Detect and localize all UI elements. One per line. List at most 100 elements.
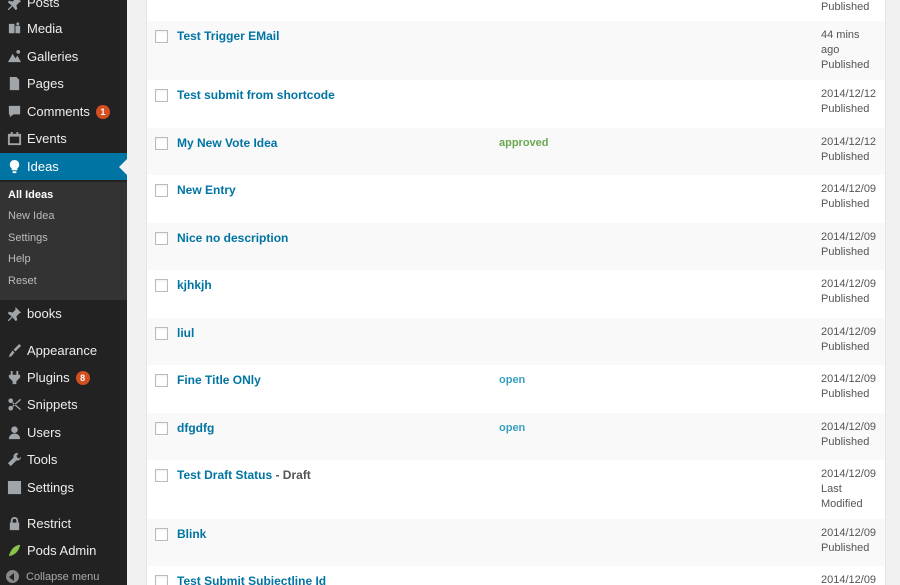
- date-cell: 2014/12/09 Published: [821, 230, 876, 260]
- menu-item-settings[interactable]: Settings: [0, 474, 127, 501]
- idea-title-link[interactable]: New Entry: [177, 183, 236, 197]
- menu-item-label: Galleries: [27, 49, 79, 64]
- date-line: 2014/12/09: [821, 373, 877, 385]
- idea-title-link[interactable]: Test Trigger EMail: [177, 29, 279, 43]
- date-line: 2014/12/09: [821, 421, 877, 433]
- date-line: Last: [821, 483, 842, 495]
- menu-item-label: Posts: [27, 0, 60, 10]
- idea-title-link[interactable]: My New Vote Idea: [177, 136, 277, 150]
- comments-icon: [4, 102, 24, 122]
- menu-item-label: Plugins: [27, 370, 70, 385]
- menu-item-posts[interactable]: Posts: [0, 0, 127, 16]
- date-line: 2014/12/09: [821, 183, 877, 195]
- table-row: liul 2014/12/09 Published: [147, 318, 885, 365]
- pods-icon: [4, 541, 24, 561]
- idea-title-link[interactable]: kjhkjh: [177, 278, 212, 292]
- idea-title-link[interactable]: liul: [177, 326, 194, 340]
- menu-item-appearance[interactable]: Appearance: [0, 337, 127, 364]
- row-checkbox[interactable]: [155, 422, 168, 435]
- pages-icon: [4, 74, 24, 94]
- submenu-item-new-idea[interactable]: New Idea: [8, 210, 54, 222]
- row-checkbox[interactable]: [155, 374, 168, 387]
- menu-item-tools[interactable]: Tools: [0, 446, 127, 473]
- media-icon: [4, 19, 24, 39]
- submenu-item-reset[interactable]: Reset: [8, 275, 37, 287]
- menu-item-pods-admin[interactable]: Pods Admin: [0, 537, 127, 564]
- table-row: dfgdfg open 2014/12/09 Published: [147, 413, 885, 460]
- calendar-icon: [4, 129, 24, 149]
- menu-item-galleries[interactable]: Galleries: [0, 43, 127, 70]
- menu-item-label: books: [27, 306, 62, 321]
- table-row: Test submit from shortcode 2014/12/12 Publ…: [147, 80, 885, 128]
- row-checkbox[interactable]: [155, 528, 168, 541]
- menu-item-ideas[interactable]: Ideas: [0, 153, 127, 180]
- idea-title-link[interactable]: Blink: [177, 527, 206, 541]
- pin-icon: [4, 0, 24, 13]
- date-line: Published: [821, 436, 870, 448]
- menu-item-label: Users: [27, 425, 61, 440]
- date-line: 2014/12/09: [821, 326, 877, 338]
- collapse-menu-button[interactable]: Collapse menu: [6, 570, 99, 583]
- row-checkbox[interactable]: [155, 184, 168, 197]
- row-checkbox[interactable]: [155, 30, 168, 43]
- table-row: New Entry 2014/12/09 Published: [147, 175, 885, 223]
- date-line: Modified: [821, 498, 863, 510]
- menu-item-plugins[interactable]: Plugins 8: [0, 364, 127, 391]
- date-cell: 2014/12/09 Published: [821, 372, 876, 402]
- row-checkbox[interactable]: [155, 137, 168, 150]
- date-cell: 2014/12/12 Published: [821, 87, 876, 117]
- row-checkbox[interactable]: [155, 469, 168, 482]
- date-line: Published: [821, 542, 870, 554]
- date-cell: 2014/12/12 Published: [821, 135, 876, 165]
- menu-item-snippets[interactable]: Snippets: [0, 391, 127, 418]
- date-line: Published: [821, 151, 870, 163]
- appearance-icon: [4, 341, 24, 361]
- menu-item-events[interactable]: Events: [0, 125, 127, 152]
- menu-item-label: Tools: [27, 452, 58, 467]
- table-row: Fine Title ONly open 2014/12/09 Published: [147, 365, 885, 413]
- collapse-arrow-icon: [6, 570, 19, 583]
- date-line: Published: [821, 293, 870, 305]
- date-line: Published: [821, 198, 870, 210]
- menu-item-comments[interactable]: Comments 1: [0, 98, 127, 125]
- submenu-item-help[interactable]: Help: [8, 253, 31, 265]
- menu-item-restrict[interactable]: Restrict: [0, 510, 127, 537]
- plugins-icon: [4, 368, 24, 388]
- lock-icon: [4, 514, 24, 534]
- date-line: ago: [821, 44, 840, 56]
- menu-item-users[interactable]: Users: [0, 419, 127, 446]
- submenu-item-all-ideas[interactable]: All Ideas: [8, 189, 53, 201]
- menu-item-pages[interactable]: Pages: [0, 70, 127, 97]
- date-line: Published: [821, 246, 870, 258]
- row-checkbox[interactable]: [155, 575, 168, 585]
- menu-item-label: Appearance: [27, 343, 98, 358]
- idea-title-link[interactable]: Fine Title ONly: [177, 373, 261, 387]
- date-line: 2014/12/09: [821, 468, 877, 480]
- collapse-label: Collapse menu: [26, 570, 100, 583]
- row-checkbox[interactable]: [155, 327, 168, 340]
- date-line: 2014/12/09: [821, 574, 877, 585]
- date-cell: 2014/12/09 Published: [821, 420, 876, 450]
- idea-title-link[interactable]: dfgdfg: [177, 421, 214, 435]
- date-cell: 2014/12/09 Last Modified: [821, 467, 876, 512]
- date-cell: 2014/12/09 Published: [821, 277, 876, 307]
- date-line: Published: [821, 1, 870, 13]
- menu-item-books[interactable]: books: [0, 300, 127, 327]
- date-line: 2014/12/12: [821, 136, 877, 148]
- idea-title-link[interactable]: Test Draft Status - Draft: [177, 468, 311, 482]
- row-checkbox[interactable]: [155, 232, 168, 245]
- menu-item-label: Restrict: [27, 516, 72, 531]
- submenu-item-settings[interactable]: Settings: [8, 232, 48, 244]
- row-checkbox[interactable]: [155, 89, 168, 102]
- idea-title-link[interactable]: Nice no description: [177, 231, 288, 245]
- idea-title-link[interactable]: Test submit from shortcode: [177, 88, 335, 102]
- date-line: 2014/12/09: [821, 527, 877, 539]
- row-checkbox[interactable]: [155, 279, 168, 292]
- menu-item-label: Comments: [27, 104, 90, 119]
- count-badge: 1: [95, 104, 110, 119]
- menu-item-media[interactable]: Media: [0, 15, 127, 42]
- date-cell: Published: [821, 0, 869, 15]
- table-row: Test Submit Subjectline Id 2014/12/09: [147, 566, 885, 585]
- scissors-icon: [4, 395, 24, 415]
- idea-title-link[interactable]: Test Submit Subjectline Id: [177, 574, 326, 585]
